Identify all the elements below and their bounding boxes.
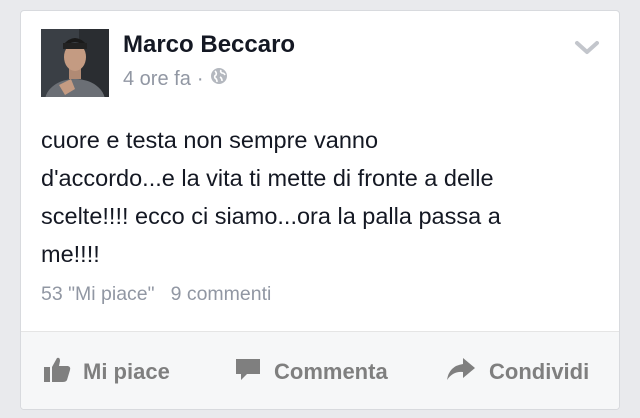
post-meta: 4 ore fa · [123,67,228,91]
comment-button[interactable]: Commenta [234,356,388,388]
comments-count[interactable]: 9 commenti [171,283,272,305]
speech-bubble-icon [234,355,274,389]
post-card: Marco Beccaro 4 ore fa · cuore e testa n… [20,10,620,410]
share-button[interactable]: Condividi [445,356,589,388]
chevron-down-icon[interactable] [573,37,601,57]
author-name[interactable]: Marco Beccaro [123,31,295,59]
share-button-label: Condividi [489,359,590,384]
like-button-label: Mi piace [83,359,170,384]
post-text: cuore e testa non sempre vanno d'accordo… [41,127,501,267]
avatar[interactable] [41,29,109,97]
like-button[interactable]: Mi piace [43,356,170,388]
post-timestamp[interactable]: 4 ore fa [123,68,191,91]
action-bar: Mi piace Commenta Condividi [21,331,619,409]
meta-separator: · [196,67,204,90]
thumbs-up-icon [43,355,83,389]
post-stats: 53 "Mi piace" 9 commenti [41,283,271,306]
globe-icon [210,67,228,91]
likes-count[interactable]: 53 "Mi piace" [41,283,155,305]
comment-button-label: Commenta [274,359,388,384]
share-arrow-icon [445,355,489,389]
